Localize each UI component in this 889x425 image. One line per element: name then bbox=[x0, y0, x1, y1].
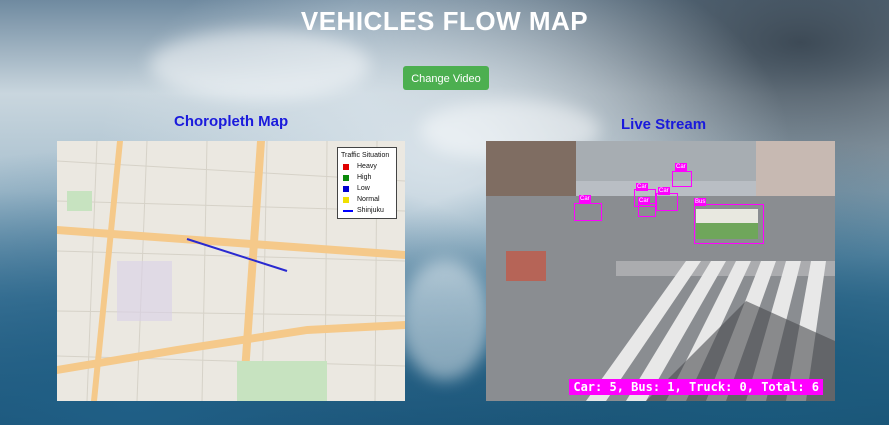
detection-box-car bbox=[574, 203, 602, 221]
detection-box-car bbox=[672, 171, 692, 187]
live-stream-video[interactable]: Car Car Car Car Car Bus Car: 5, Bus: 1, … bbox=[486, 141, 835, 401]
background-cloud bbox=[400, 260, 490, 380]
vehicle-counter: Car: 5, Bus: 1, Truck: 0, Total: 6 bbox=[569, 379, 823, 395]
page-title: VEHICLES FLOW MAP bbox=[300, 6, 589, 36]
detection-label: Car bbox=[658, 187, 670, 195]
choropleth-map-title: Choropleth Map bbox=[174, 113, 289, 130]
legend-item-high: High bbox=[341, 172, 393, 183]
detection-box-car bbox=[656, 193, 678, 211]
detection-box-bus bbox=[694, 204, 764, 244]
legend-swatch-normal bbox=[343, 196, 349, 203]
legend-swatch-heavy bbox=[343, 163, 349, 170]
detection-label: Car bbox=[636, 183, 648, 191]
legend-item-normal: Normal bbox=[341, 194, 393, 205]
detection-box-car bbox=[638, 203, 656, 217]
detection-label: Car bbox=[675, 163, 687, 171]
change-video-button[interactable]: Change Video bbox=[403, 66, 489, 90]
background-cloud bbox=[150, 30, 370, 100]
choropleth-map[interactable]: Traffic Situation Heavy High Low Normal … bbox=[57, 141, 405, 401]
detection-label: Car bbox=[638, 197, 650, 205]
street-scene bbox=[486, 141, 835, 401]
legend-item-shinjuku: Shinjuku bbox=[341, 205, 393, 216]
detection-label: Bus bbox=[694, 198, 707, 206]
detection-label: Car bbox=[579, 195, 591, 203]
legend-item-low: Low bbox=[341, 183, 393, 194]
legend-item-heavy: Heavy bbox=[341, 161, 393, 172]
legend-swatch-high bbox=[343, 174, 349, 181]
legend-swatch-low bbox=[343, 185, 349, 192]
legend-title: Traffic Situation bbox=[341, 152, 390, 159]
live-stream-title: Live Stream bbox=[621, 116, 707, 133]
legend-swatch-shinjuku bbox=[343, 209, 353, 212]
traffic-legend: Traffic Situation Heavy High Low Normal … bbox=[337, 147, 397, 219]
